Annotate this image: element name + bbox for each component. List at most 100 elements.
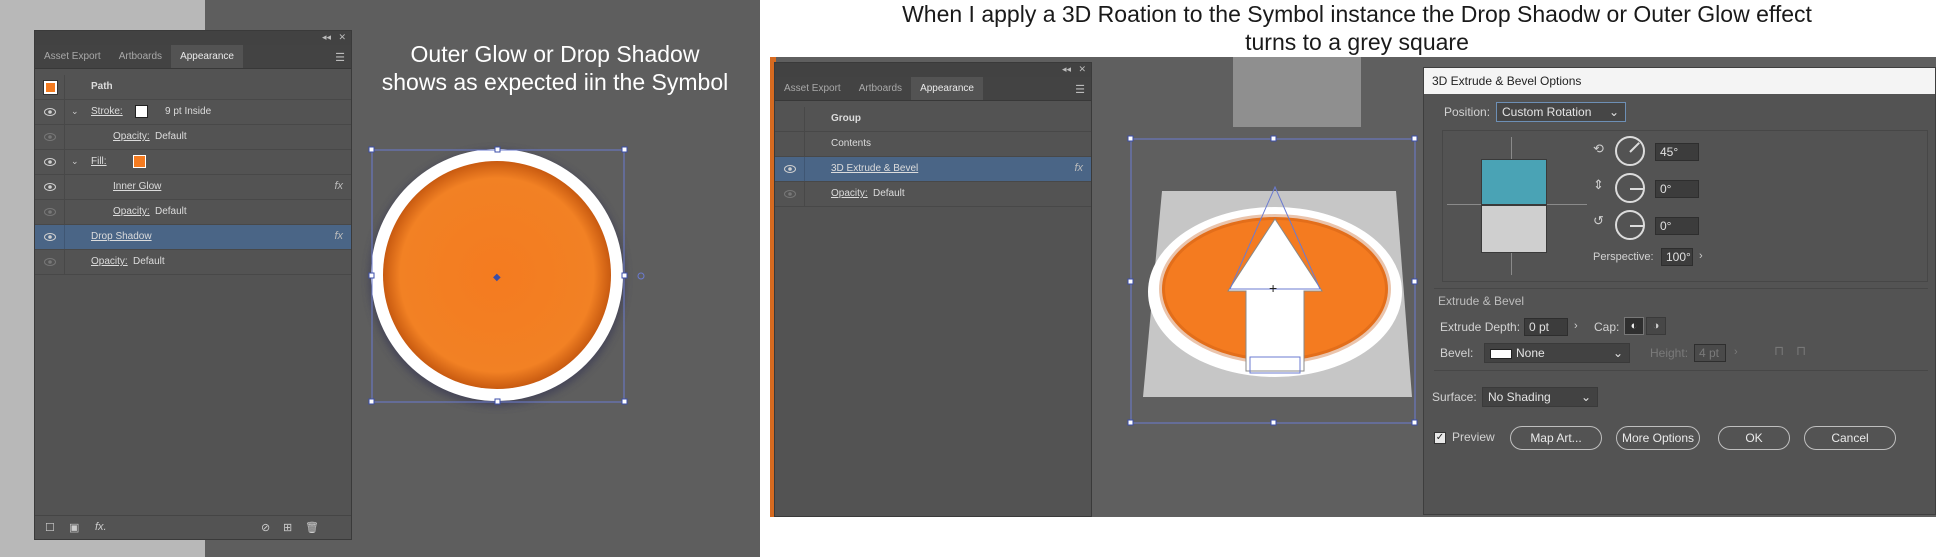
map-art-button[interactable]: Map Art...: [1510, 426, 1602, 450]
close-icon[interactable]: ✕: [1078, 64, 1086, 75]
svg-text:◆: ◆: [493, 272, 501, 283]
rotate-z-field[interactable]: 0°: [1655, 217, 1699, 235]
collapse-icon[interactable]: ◂◂: [1062, 64, 1071, 75]
tab-appearance[interactable]: Appearance: [911, 77, 983, 100]
row-stroke-opacity[interactable]: Opacity: Default: [35, 125, 351, 150]
eye-icon[interactable]: [44, 183, 56, 191]
row-drop-shadow[interactable]: Drop Shadow fx: [35, 225, 351, 250]
position-select[interactable]: Custom Rotation ⌄: [1496, 102, 1626, 122]
row-contents[interactable]: Contents: [775, 132, 1091, 157]
opacity-value: Default: [133, 256, 165, 267]
row-stroke[interactable]: ⌄ Stroke: 9 pt Inside: [35, 100, 351, 125]
tab-artboards[interactable]: Artboards: [110, 45, 171, 68]
inner-glow-label[interactable]: Inner Glow: [113, 181, 161, 192]
rotate-z-dial[interactable]: [1615, 210, 1645, 240]
preview-label[interactable]: Preview: [1452, 430, 1495, 444]
clear-appearance-icon[interactable]: ⊘: [261, 521, 270, 534]
panel-topbar: ◂◂ ✕: [775, 63, 1091, 77]
tab-artboards[interactable]: Artboards: [850, 77, 911, 100]
opacity-label[interactable]: Opacity:: [113, 206, 150, 217]
eye-icon[interactable]: [44, 233, 56, 241]
opacity-value: Default: [155, 131, 187, 142]
opacity-value: Default: [873, 188, 905, 199]
panel-menu-icon[interactable]: ☰: [335, 51, 345, 64]
cancel-button[interactable]: Cancel: [1804, 426, 1896, 450]
surface-select[interactable]: No Shading ⌄: [1482, 387, 1598, 407]
panel-menu-icon[interactable]: ☰: [1075, 83, 1085, 96]
add-fill-icon[interactable]: ▣: [69, 521, 79, 534]
panel-topbar: ◂◂ ✕: [35, 31, 351, 45]
tab-appearance[interactable]: Appearance: [171, 45, 243, 68]
collapse-icon[interactable]: ◂◂: [322, 32, 331, 43]
rotate-x-field[interactable]: 45°: [1655, 143, 1699, 161]
fill-swatch[interactable]: [133, 155, 146, 168]
opacity-label[interactable]: Opacity:: [831, 188, 868, 199]
stroke-value: 9 pt Inside: [165, 106, 212, 117]
add-effect-button[interactable]: fx.: [95, 521, 107, 533]
bevel-select[interactable]: None ⌄: [1484, 343, 1630, 363]
stroke-swatch[interactable]: [135, 105, 148, 118]
cap-off-icon[interactable]: ◑: [1646, 317, 1666, 335]
eye-icon-dim[interactable]: [44, 208, 56, 216]
eye-icon-dim[interactable]: [44, 133, 56, 141]
close-icon[interactable]: ✕: [338, 32, 346, 43]
height-arrow-icon[interactable]: ›: [1734, 346, 1738, 358]
contents-label: Contents: [831, 138, 872, 149]
3d-artwork[interactable]: +: [1090, 57, 1430, 517]
tab-asset-export[interactable]: Asset Export: [35, 45, 110, 68]
svg-text:+: +: [1269, 280, 1277, 296]
extrude-depth-field[interactable]: 0 pt: [1524, 318, 1568, 336]
row-inner-glow[interactable]: Inner Glow fx: [35, 175, 351, 200]
eye-icon[interactable]: [44, 108, 56, 116]
opacity-label[interactable]: Opacity:: [91, 256, 128, 267]
fx-icon[interactable]: fx: [1074, 162, 1083, 174]
tab-asset-export[interactable]: Asset Export: [775, 77, 850, 100]
opacity-label[interactable]: Opacity:: [113, 131, 150, 142]
row-fill-opacity[interactable]: Opacity: Default: [35, 200, 351, 225]
fx-icon[interactable]: fx: [334, 230, 343, 242]
rotate-x-icon: ⟲: [1593, 141, 1604, 156]
3d-options-dialog: 3D Extrude & Bevel Options Position: Cus…: [1423, 67, 1936, 515]
opacity-value: Default: [155, 206, 187, 217]
cap-on-icon[interactable]: ◐: [1624, 317, 1644, 335]
chevron-down-icon: ⌄: [1612, 346, 1623, 360]
row-object-opacity[interactable]: Opacity: Default: [35, 250, 351, 275]
fx-icon[interactable]: fx: [334, 180, 343, 192]
ok-button[interactable]: OK: [1718, 426, 1790, 450]
row-3d-extrude[interactable]: 3D Extrude & Bevel fx: [775, 157, 1091, 182]
row-fill[interactable]: ⌄ Fill:: [35, 150, 351, 175]
height-field[interactable]: 4 pt: [1694, 344, 1726, 362]
bevel-in-icon[interactable]: ⊓: [1774, 343, 1784, 359]
rotate-y-dial[interactable]: [1615, 173, 1645, 203]
3d-extrude-label[interactable]: 3D Extrude & Bevel: [831, 163, 918, 174]
symbol-artwork[interactable]: ◆: [360, 140, 650, 420]
bevel-out-icon[interactable]: ⊓: [1796, 343, 1806, 359]
add-stroke-icon[interactable]: ☐: [45, 521, 55, 534]
more-options-button[interactable]: More Options: [1616, 426, 1700, 450]
row-path[interactable]: Path: [35, 75, 351, 100]
rotation-preview-box[interactable]: ⟲ 45° ⇕ 0° ↺ 0° Perspective: 100° ›: [1442, 130, 1928, 282]
bevel-swatch: [1490, 348, 1512, 359]
eye-icon-dim[interactable]: [44, 258, 56, 266]
delete-icon[interactable]: 🗑: [305, 521, 319, 534]
rotate-y-field[interactable]: 0°: [1655, 180, 1699, 198]
extrude-depth-arrow-icon[interactable]: ›: [1574, 320, 1578, 332]
chevron-down-icon[interactable]: ⌄: [71, 156, 79, 167]
fill-label[interactable]: Fill:: [91, 156, 107, 167]
duplicate-item-icon[interactable]: ⊞: [283, 521, 292, 534]
row-group[interactable]: Group: [775, 107, 1091, 132]
rotate-x-dial[interactable]: [1615, 136, 1645, 166]
drop-shadow-label[interactable]: Drop Shadow: [91, 231, 152, 242]
row-opacity[interactable]: Opacity: Default: [775, 182, 1091, 207]
eye-icon-dim[interactable]: [784, 190, 796, 198]
eye-icon[interactable]: [784, 165, 796, 173]
eye-icon[interactable]: [44, 158, 56, 166]
right-screenshot: ◂◂ ✕ Asset Export Artboards Appearance ☰…: [770, 57, 1936, 517]
chevron-down-icon[interactable]: ⌄: [71, 106, 79, 117]
perspective-field[interactable]: 100°: [1661, 248, 1693, 266]
perspective-arrow-icon[interactable]: ›: [1699, 250, 1703, 262]
stroke-label[interactable]: Stroke:: [91, 106, 123, 117]
section-divider-2: [1434, 370, 1928, 371]
preview-checkbox[interactable]: ✓: [1434, 432, 1446, 444]
cap-label: Cap:: [1594, 320, 1620, 334]
